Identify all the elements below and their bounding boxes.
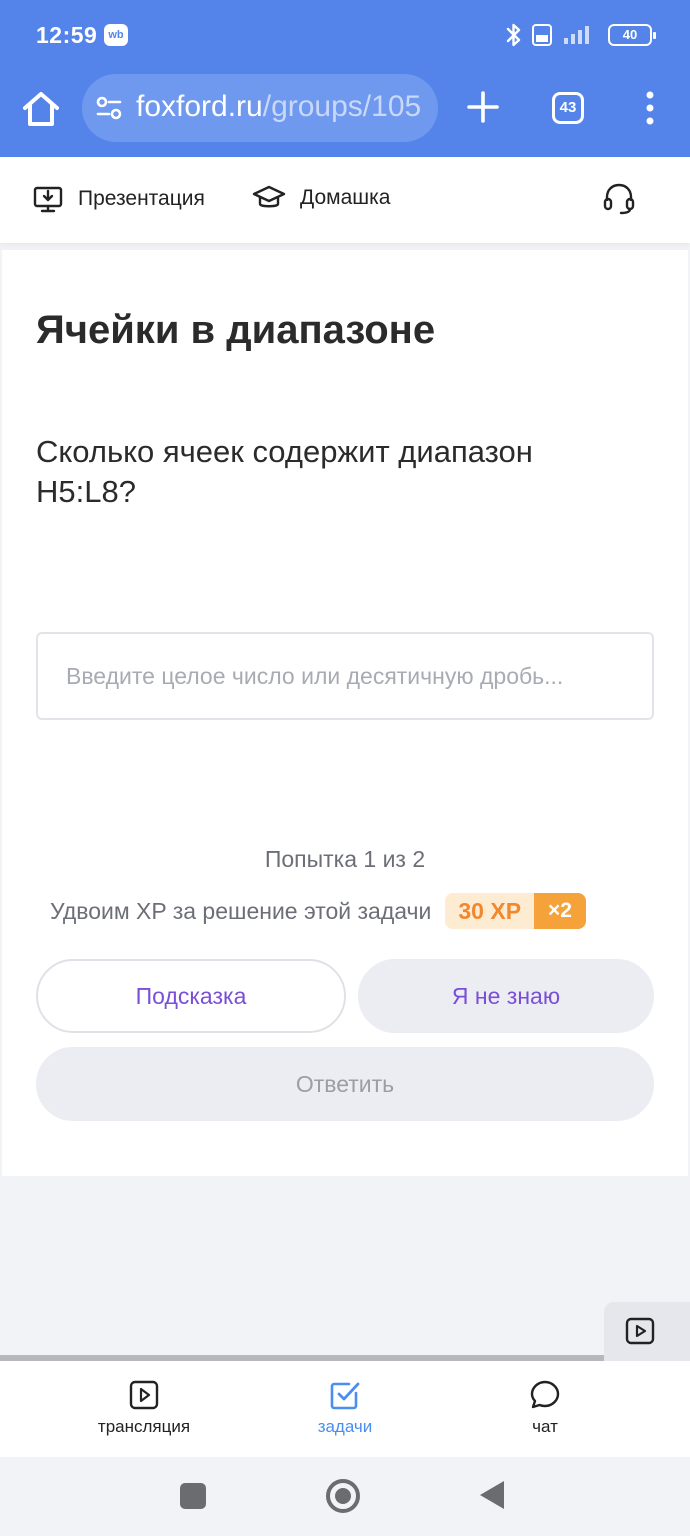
floating-video-button[interactable] (604, 1302, 690, 1362)
url-host: foxford.ru (136, 90, 263, 123)
tab-switcher-button[interactable]: 43 (552, 92, 584, 124)
tab-tasks[interactable]: задачи (265, 1379, 425, 1437)
dont-know-button[interactable]: Я не знаю (358, 959, 654, 1033)
android-nav-bar (0, 1457, 690, 1536)
more-menu-icon[interactable] (638, 90, 662, 126)
support-headset-icon[interactable] (602, 181, 636, 217)
signal-icon (564, 26, 589, 44)
volte-icon (532, 24, 552, 46)
recent-apps-icon[interactable] (180, 1483, 206, 1509)
homework-label: Домашка (300, 186, 391, 209)
tasks-checkbox-icon (330, 1382, 360, 1410)
presentation-label: Презентация (78, 187, 205, 210)
bottom-tab-bar: трансляция задачи чат (0, 1361, 690, 1457)
presentation-link[interactable]: Презентация (32, 183, 205, 215)
home-nav-icon[interactable] (326, 1479, 360, 1513)
url-bar[interactable]: foxford.ru/groups/105 (82, 74, 438, 142)
xp-badge: 30 XP ×2 (445, 893, 586, 929)
status-time: 12:59 (36, 22, 98, 48)
status-bar: 12:59 wb 40 (0, 0, 690, 70)
video-play-icon (625, 1317, 655, 1345)
browser-top-bar: 12:59 wb 40 foxford.ru/groups/105 43 (0, 0, 690, 157)
url-text[interactable]: foxford.ru/groups/105 (136, 90, 421, 124)
page-header: Презентация Домашка (0, 157, 690, 243)
hint-button[interactable]: Подсказка (36, 959, 346, 1033)
answer-input[interactable] (36, 632, 654, 720)
bluetooth-icon (506, 23, 521, 47)
tab-tasks-label: задачи (317, 1417, 373, 1436)
task-question: Сколько ячеек содержит диапазон H5:L8? (36, 434, 533, 509)
xp-bonus-row: Удвоим XP за решение этой задачи 30 XP ×… (50, 892, 586, 930)
download-presentation-icon (33, 186, 63, 213)
status-icons: 40 (504, 20, 656, 50)
homework-link[interactable]: Домашка (252, 183, 390, 213)
back-nav-icon[interactable] (480, 1481, 504, 1509)
site-settings-icon[interactable] (96, 96, 122, 120)
xp-multiplier: ×2 (534, 893, 586, 929)
graduation-cap-icon (252, 185, 286, 208)
submit-answer-button[interactable]: Ответить (36, 1047, 654, 1121)
wb-notification-icon: wb (104, 24, 128, 46)
task-title: Ячейки в диапазоне (36, 308, 436, 352)
xp-value: 30 XP (445, 893, 535, 929)
attempt-counter: Попытка 1 из 2 (264, 846, 426, 872)
tab-chat[interactable]: чат (465, 1379, 625, 1437)
url-path: /groups/105 (262, 90, 422, 123)
chat-bubble-icon (530, 1380, 560, 1409)
broadcast-play-icon (129, 1380, 159, 1410)
new-tab-icon[interactable] (466, 90, 500, 124)
task-card: Ячейки в диапазоне Сколько ячеек содержи… (2, 250, 688, 1176)
xp-bonus-label: Удвоим XP за решение этой задачи (50, 897, 432, 924)
battery-icon: 40 (608, 24, 656, 46)
home-icon[interactable] (20, 88, 62, 130)
tab-broadcast-label: трансляция (97, 1417, 191, 1436)
tab-chat-label: чат (532, 1417, 558, 1436)
tab-broadcast[interactable]: трансляция (64, 1379, 224, 1437)
